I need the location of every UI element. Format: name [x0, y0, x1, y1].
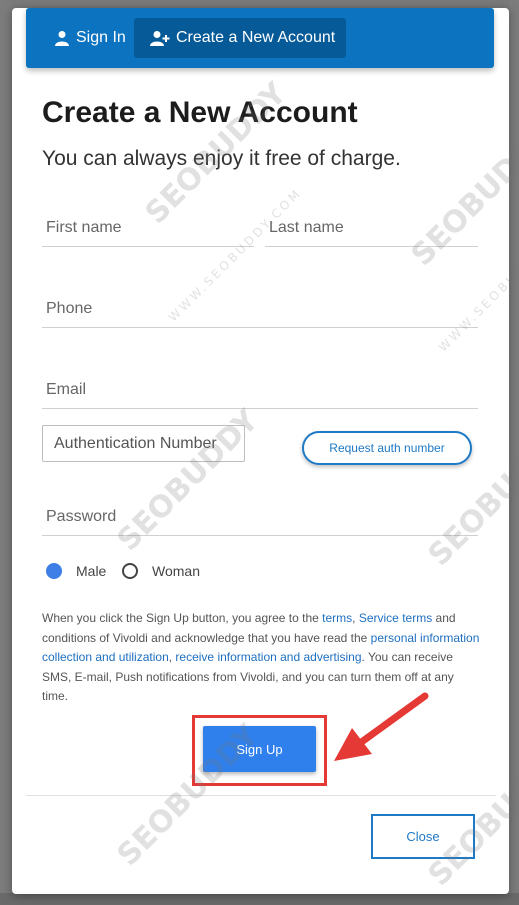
radio-selected-icon[interactable]	[46, 563, 62, 579]
last-name-field[interactable]	[265, 209, 478, 247]
tab-sign-in-label: Sign In	[76, 29, 126, 46]
sign-up-button[interactable]: Sign Up	[203, 726, 316, 772]
service-terms-link[interactable]: Service terms	[359, 611, 432, 625]
terms-link[interactable]: terms	[322, 611, 352, 625]
watermark-brand: SEOBUDDY	[404, 118, 519, 273]
first-name-field[interactable]	[42, 209, 254, 247]
consent-part-1: When you click the Sign Up button, you a…	[42, 611, 323, 625]
password-field[interactable]	[42, 498, 478, 536]
red-arrow-icon	[334, 692, 429, 761]
gender-male-option[interactable]: Male	[46, 563, 106, 579]
tab-sign-in[interactable]: Sign In	[40, 18, 138, 58]
phone-field[interactable]	[42, 290, 478, 328]
background-bottom-strip	[0, 893, 519, 905]
page-title: Create a New Account	[42, 96, 358, 129]
modal-header: Sign In Create a New Account	[26, 8, 494, 68]
tab-create-account-label: Create a New Account	[176, 29, 336, 46]
email-field[interactable]	[42, 371, 478, 409]
close-button[interactable]: Close	[371, 814, 475, 859]
page-subtitle: You can always enjoy it free of charge.	[42, 147, 401, 170]
advertising-link[interactable]: receive information and advertising	[175, 650, 361, 664]
radio-unselected-icon[interactable]	[122, 563, 138, 579]
consent-comma: ,	[352, 611, 359, 625]
watermark-text: SEOBUDDY	[405, 118, 519, 273]
request-auth-button[interactable]: Request auth number	[302, 431, 472, 465]
footer-divider	[26, 795, 496, 796]
user-plus-icon	[150, 31, 170, 46]
gender-male-label: Male	[76, 563, 107, 579]
gender-woman-label: Woman	[152, 563, 200, 579]
tab-create-account[interactable]: Create a New Account	[134, 18, 346, 58]
background-left-strip	[0, 0, 12, 905]
gender-woman-option[interactable]: Woman	[122, 563, 200, 579]
auth-number-field[interactable]	[42, 425, 245, 462]
user-icon	[55, 31, 69, 46]
signup-modal: Sign In Create a New Account Create a Ne…	[12, 8, 519, 894]
background-right-strip	[509, 0, 519, 905]
